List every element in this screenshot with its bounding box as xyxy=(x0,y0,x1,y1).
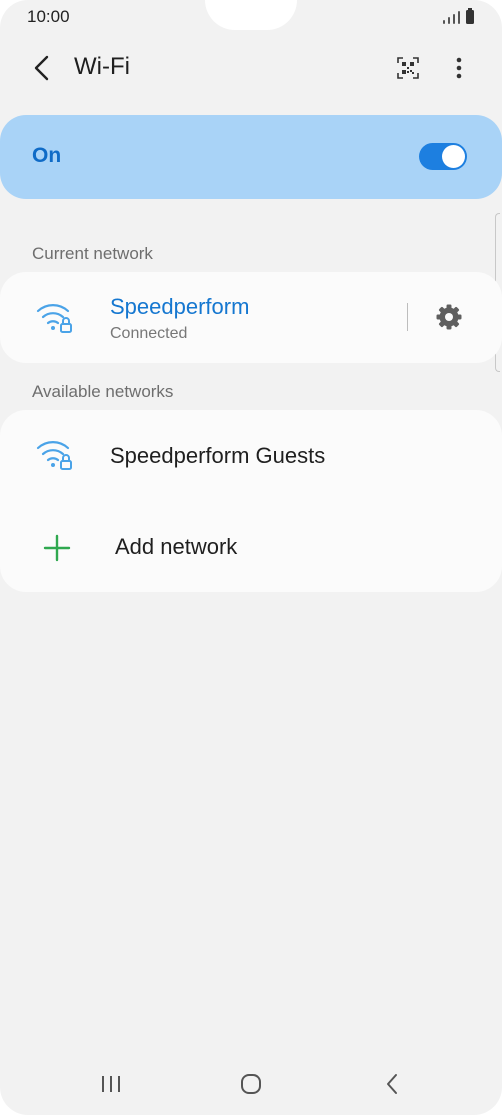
page-title: Wi-Fi xyxy=(74,53,130,80)
home-icon xyxy=(241,1074,261,1094)
toggle-knob xyxy=(442,145,465,168)
back-button[interactable] xyxy=(26,50,58,86)
current-network-name: Speedperform xyxy=(110,294,250,319)
status-time: 10:00 xyxy=(27,7,70,26)
current-network-heading: Current network xyxy=(32,244,153,263)
signal-bar-2 xyxy=(448,17,450,24)
add-network-row[interactable] xyxy=(0,502,502,592)
current-network-status: Connected xyxy=(110,325,188,342)
more-vertical-icon xyxy=(456,57,462,79)
available-networks-heading: Available networks xyxy=(32,382,174,401)
more-options-button[interactable] xyxy=(446,52,472,84)
qr-scan-icon xyxy=(397,57,419,79)
recents-button[interactable] xyxy=(91,1066,131,1102)
back-icon xyxy=(387,1074,397,1094)
battery-icon xyxy=(466,8,474,24)
chevron-left-icon xyxy=(34,55,49,81)
status-icons xyxy=(443,8,474,24)
add-network-label: Add network xyxy=(115,534,238,559)
wifi-toggle-switch[interactable] xyxy=(419,143,467,170)
signal-bar-4 xyxy=(458,11,460,24)
wifi-secured-icon xyxy=(36,304,72,333)
signal-bar-3 xyxy=(453,14,455,24)
signal-bar-1 xyxy=(443,20,445,24)
divider xyxy=(407,303,408,331)
qr-scan-button[interactable] xyxy=(394,54,422,82)
plus-icon xyxy=(43,534,71,562)
recents-icon xyxy=(102,1076,120,1092)
nav-back-button[interactable] xyxy=(372,1066,412,1102)
camera-notch xyxy=(205,0,297,30)
network-settings-button[interactable] xyxy=(434,302,464,332)
network-name: Speedperform Guests xyxy=(110,443,326,468)
notch-corner-left xyxy=(175,0,205,30)
gear-icon xyxy=(436,304,462,330)
wifi-secured-icon xyxy=(36,441,72,470)
wifi-state-label: On xyxy=(32,144,62,167)
phone-screen: 10:00 Wi-Fi On Current network Speedperf… xyxy=(0,0,502,1115)
home-button[interactable] xyxy=(231,1066,271,1102)
